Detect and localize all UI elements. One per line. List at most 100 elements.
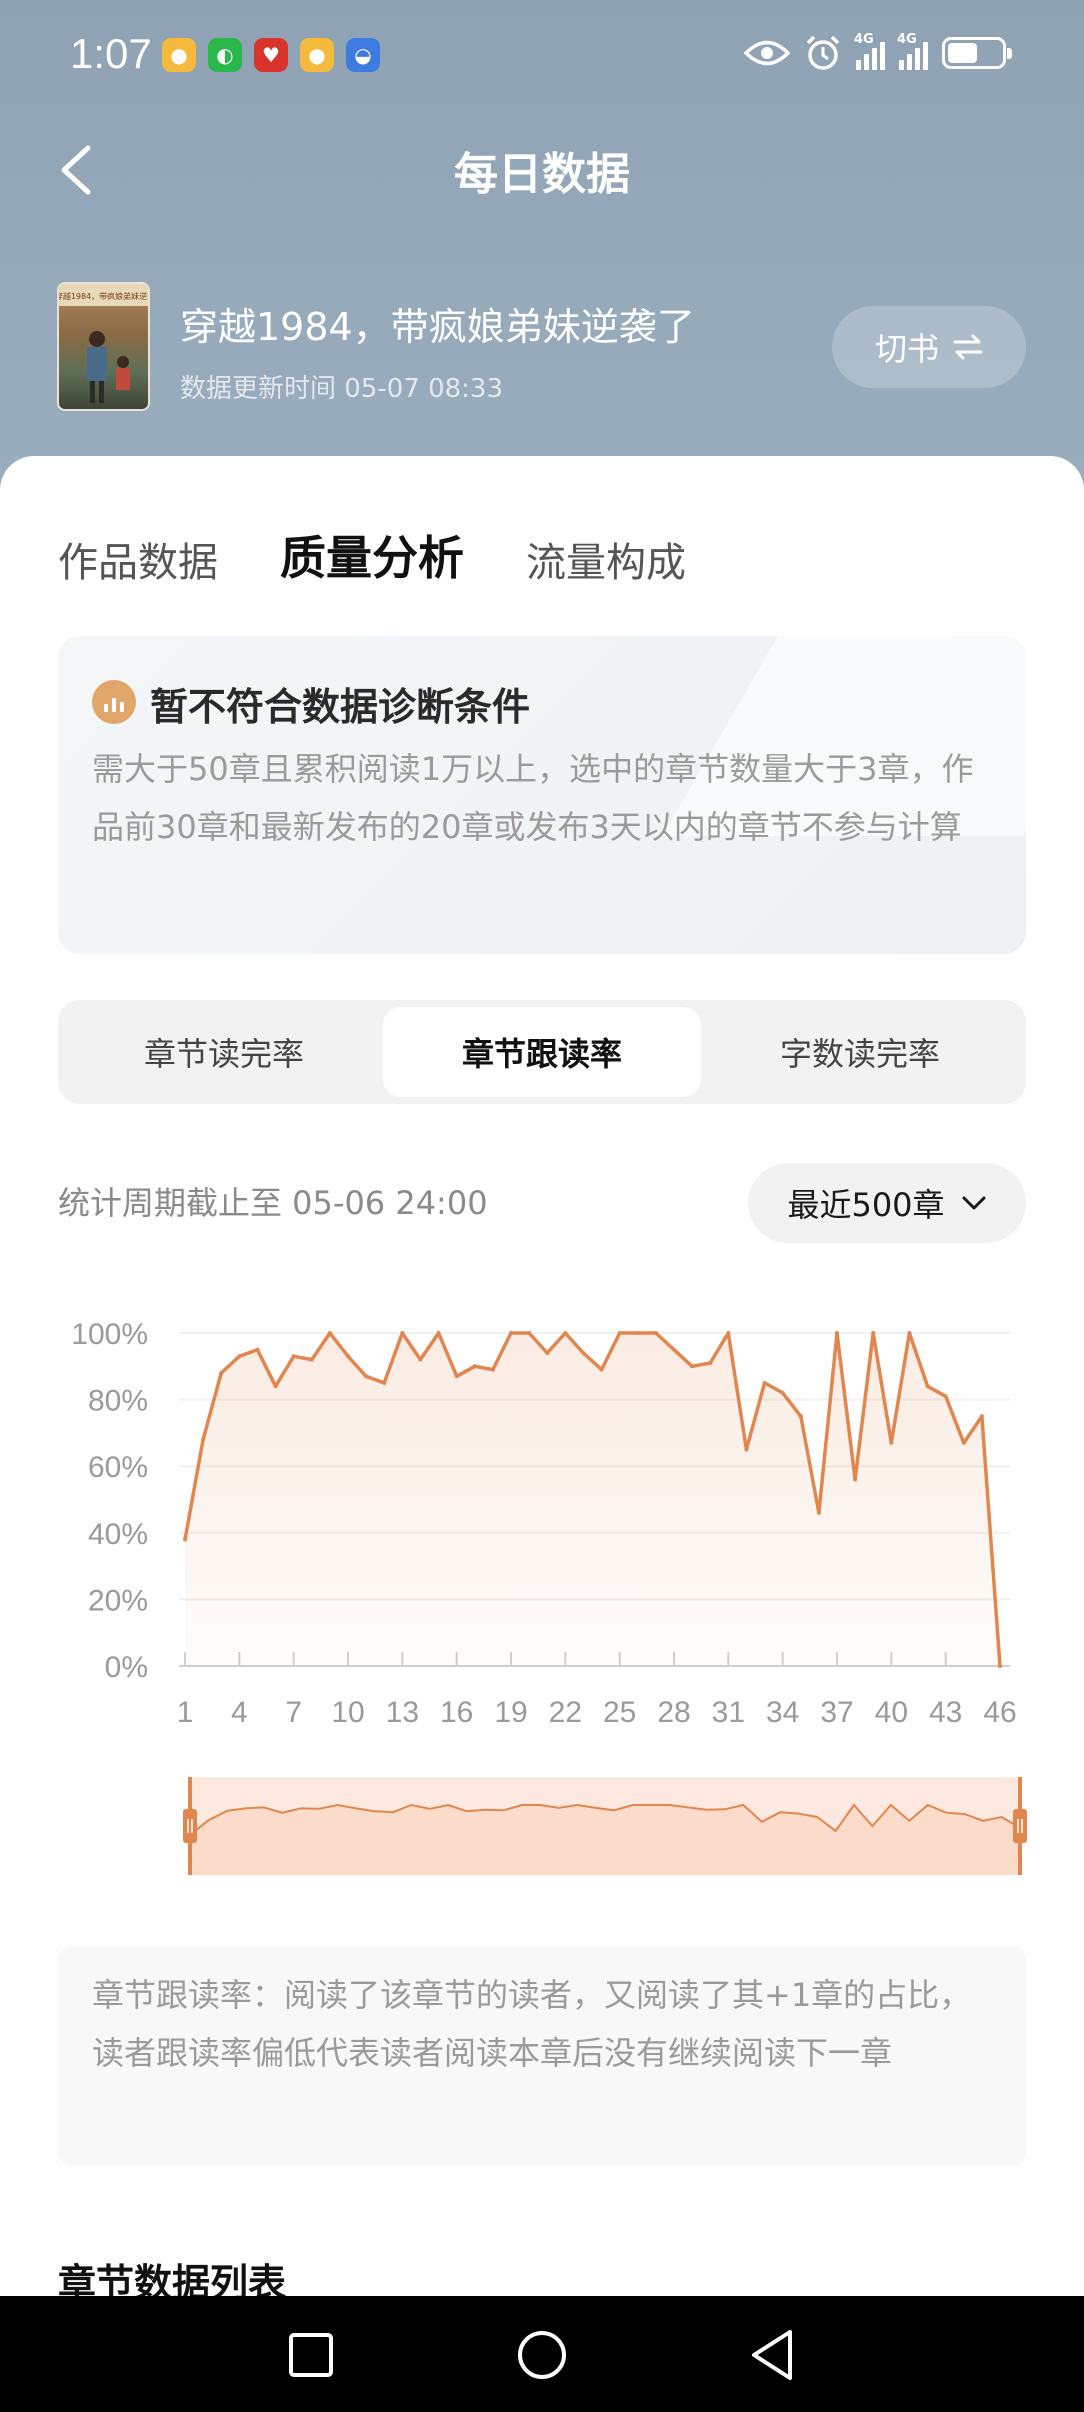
back-nav-icon[interactable] [738,2320,808,2390]
data-point [798,1414,803,1419]
book-title: 穿越1984，带疯娘弟妹逆袭了 [180,305,695,349]
data-point [509,1331,513,1335]
x-tick-label: 31 [712,1696,745,1729]
swap-icon [953,334,983,360]
range-label: 最近500章 [787,1186,945,1224]
system-icons: 4G 4G [744,32,1012,72]
signal-icon: 4G [897,32,928,70]
data-point [653,1331,658,1335]
svg-text:穿越1984，带疯娘弟妹逆袭: 穿越1984，带疯娘弟妹逆袭 [59,291,150,301]
data-point [816,1510,821,1515]
diagnosis-description: 需大于50章且累积阅读1万以上，选中的章节数量大于3章，作品前30章和最新发布的… [92,750,974,846]
range-navigator-area [190,1805,1020,1875]
data-point [925,1384,930,1389]
signal-icon: 4G [854,32,885,70]
chevron-down-icon [962,1196,986,1210]
data-point [364,1374,369,1379]
metric-segmented-control: 章节读完率 章节跟读率 字数读完率 [58,1000,1026,1104]
data-point [762,1380,767,1385]
segment-word-completion[interactable]: 字数读完率 [701,1007,1019,1097]
segment-chapter-follow-rate[interactable]: 章节跟读率 [383,1007,701,1097]
switch-book-label: 切书 [874,330,939,368]
app-icon: ◒ [346,38,380,72]
data-point [943,1394,948,1399]
status-time: 1:07 [70,30,152,77]
system-nav-bar [0,2296,1084,2412]
book-cover[interactable]: 穿越1984，带疯娘弟妹逆袭 [57,282,150,411]
x-tick-label: 13 [386,1696,419,1729]
data-point [708,1360,713,1365]
wechat-icon: ◐ [208,38,242,72]
y-tick-label: 60% [88,1451,148,1484]
x-tick-label: 16 [440,1696,473,1729]
data-point [599,1367,604,1372]
data-point [183,1537,187,1542]
data-point [490,1367,495,1372]
battery-level [948,43,977,63]
data-point [273,1384,278,1389]
data-point [635,1331,640,1335]
data-point [382,1380,387,1385]
switch-book-button[interactable]: 切书 [832,306,1026,388]
data-point [545,1350,550,1355]
x-tick-label: 19 [494,1696,527,1729]
tab-work-data[interactable]: 作品数据 [58,530,218,588]
data-point [327,1331,332,1335]
weibo-icon: ● [162,38,196,72]
data-point [998,1664,1002,1668]
follow-rate-chart[interactable]: 0% 20% 40% 60% 80% 100% 1 4 7 10 13 16 19 22 25 28 31 34 3… [0,1290,1084,1890]
data-point [255,1347,260,1352]
data-point [309,1357,314,1362]
segment-chapter-completion[interactable]: 章节读完率 [65,1007,383,1097]
data-point [436,1331,441,1335]
update-time: 数据更新时间 05-07 08:33 [180,374,504,404]
data-point [853,1477,858,1482]
data-point [961,1440,966,1445]
data-point [237,1354,242,1359]
data-point [291,1354,296,1359]
home-icon[interactable] [507,2320,577,2390]
recent-apps-icon[interactable] [276,2320,346,2390]
x-tick-label: 34 [766,1696,799,1729]
x-tick-label: 46 [983,1696,1016,1729]
data-point [418,1357,423,1362]
book-cover-image: 穿越1984，带疯娘弟妹逆袭 [59,284,150,403]
y-tick-label: 80% [88,1385,148,1418]
status-bar: 1:07 ● ◐ ♥ ● ◒ 4G 4G [0,0,1084,110]
data-point [201,1437,206,1442]
range-dropdown[interactable]: 最近500章 [748,1163,1026,1243]
main-tabs: 作品数据 质量分析 流量构成 [58,522,748,588]
alarm-icon [806,35,840,70]
y-tick-label: 40% [88,1518,148,1551]
y-tick-label: 20% [88,1584,148,1617]
y-tick-label: 0% [105,1651,148,1684]
x-tick-label: 40 [875,1696,908,1729]
tab-quality-analysis[interactable]: 质量分析 [280,522,464,588]
eye-icon [744,40,790,66]
series-area [185,1333,1000,1666]
x-tick-label: 25 [603,1696,636,1729]
app-icon: ♥ [254,38,288,72]
data-point [780,1390,785,1395]
x-tick-label: 28 [657,1696,690,1729]
x-tick-label: 10 [331,1696,364,1729]
x-tick-label: 43 [929,1696,962,1729]
tab-traffic-composition[interactable]: 流量构成 [526,530,686,588]
data-point [726,1331,731,1335]
x-tick-label: 22 [549,1696,582,1729]
data-point [889,1440,894,1445]
data-point [581,1350,586,1355]
data-point [454,1374,459,1379]
data-point [744,1447,749,1452]
data-point [690,1364,695,1369]
x-tick-label: 1 [177,1696,194,1729]
battery-icon [942,37,1012,69]
x-tick-label: 4 [231,1696,248,1729]
data-point [979,1414,984,1419]
metric-definition-note: 章节跟读率：阅读了该章节的读者，又阅读了其+1章的占比，读者跟读率偏低代表读者阅… [58,1946,1026,2166]
data-point [907,1331,912,1335]
data-point [835,1331,839,1335]
x-tick-label: 7 [285,1696,302,1729]
notification-icons: ● ◐ ♥ ● ◒ [162,38,380,72]
data-point [617,1331,622,1335]
